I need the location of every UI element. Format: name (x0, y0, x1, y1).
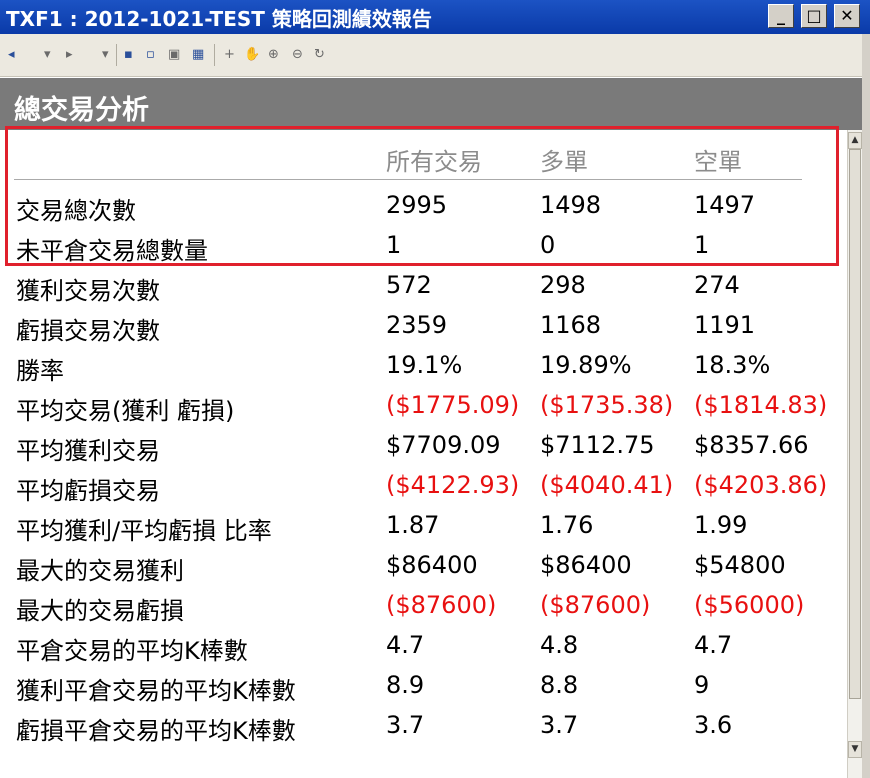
table-row: 最大的交易獲利 $86400 $86400 $54800 (0, 546, 847, 586)
window-title: TXF1 : 2012-1021-TEST 策略回測績效報告 (6, 7, 432, 31)
table-row: 平均獲利交易 $7709.09 $7112.75 $8357.66 (0, 426, 847, 466)
value-long: 1168 (540, 311, 602, 339)
value-all: ($1775.09) (386, 391, 520, 419)
value-all: ($87600) (386, 591, 497, 619)
scroll-down-icon[interactable]: ▼ (848, 741, 862, 758)
close-button[interactable]: ✕ (834, 4, 860, 28)
row-label: 平均交易(獲利 虧損) (16, 397, 235, 425)
value-short: 4.7 (694, 631, 733, 659)
scroll-up-icon[interactable]: ▲ (848, 132, 862, 149)
crosshair-icon[interactable]: + (224, 47, 235, 63)
value-all: $86400 (386, 551, 478, 579)
value-long: ($1735.38) (540, 391, 674, 419)
value-all: 8.9 (386, 671, 425, 699)
minimize-button[interactable]: _ (768, 4, 794, 28)
table-row: 勝率 19.1% 19.89% 18.3% (0, 346, 847, 386)
table-row: 平均獲利/平均虧損 比率 1.87 1.76 1.99 (0, 506, 847, 546)
value-long: 298 (540, 271, 586, 299)
print-preview-icon[interactable]: ▫ (146, 47, 155, 63)
value-long: 4.8 (540, 631, 579, 659)
value-short: $54800 (694, 551, 786, 579)
value-all: 2359 (386, 311, 448, 339)
toolbar: ◂ ▾ ▸ ▾ ▪ ▫ ▣ ▦ + ✋ ⊕ ⊖ ↻ (0, 34, 870, 77)
value-all: 19.1% (386, 351, 463, 379)
table-row: 最大的交易虧損 ($87600) ($87600) ($56000) (0, 586, 847, 626)
vertical-scrollbar[interactable]: ▲ ▼ (847, 130, 862, 778)
table-row: 平均交易(獲利 虧損) ($1775.09) ($1735.38) ($1814.83… (0, 386, 847, 426)
row-label: 虧損交易次數 (16, 317, 160, 345)
value-all: ($4122.93) (386, 471, 520, 499)
table-row: 獲利交易次數 572 298 274 (0, 266, 847, 306)
table-row: 獲利平倉交易的平均K棒數 8.9 8.8 9 (0, 666, 847, 706)
row-label: 勝率 (16, 357, 64, 385)
value-short: $8357.66 (694, 431, 809, 459)
value-long: ($4040.41) (540, 471, 674, 499)
value-short: 3.6 (694, 711, 733, 739)
value-short: 1.99 (694, 511, 748, 539)
value-long: $86400 (540, 551, 632, 579)
highlight-box (5, 126, 839, 266)
table-row: 虧損平倉交易的平均K棒數 3.7 3.7 3.6 (0, 706, 847, 746)
value-short: ($1814.83) (694, 391, 828, 419)
window-border (862, 34, 870, 778)
row-label: 獲利平倉交易的平均K棒數 (16, 677, 296, 705)
value-all: 4.7 (386, 631, 425, 659)
save-icon[interactable]: ▪ (124, 47, 133, 63)
toolbar-separator (116, 44, 117, 66)
row-label: 獲利交易次數 (16, 277, 160, 305)
scroll-thumb[interactable] (849, 149, 861, 699)
row-label: 平均獲利/平均虧損 比率 (16, 517, 272, 545)
value-long: ($87600) (540, 591, 651, 619)
row-label: 最大的交易獲利 (16, 557, 184, 585)
print-icon[interactable]: ▣ (168, 47, 180, 63)
value-all: 1.87 (386, 511, 440, 539)
table-row: 虧損交易次數 2359 1168 1191 (0, 306, 847, 346)
row-label: 虧損平倉交易的平均K棒數 (16, 717, 296, 745)
hand-icon[interactable]: ✋ (244, 47, 260, 63)
title-bar: TXF1 : 2012-1021-TEST 策略回測績效報告 _ □ ✕ (0, 0, 870, 34)
forward-dropdown-icon[interactable]: ▾ (102, 47, 109, 63)
maximize-button[interactable]: □ (801, 4, 827, 28)
value-all: $7709.09 (386, 431, 501, 459)
back-arrow-icon[interactable]: ◂ (8, 47, 15, 63)
section-header: 總交易分析 (0, 78, 862, 130)
value-all: 572 (386, 271, 432, 299)
table-row: 平倉交易的平均K棒數 4.7 4.8 4.7 (0, 626, 847, 666)
row-label: 最大的交易虧損 (16, 597, 184, 625)
value-all: 3.7 (386, 711, 425, 739)
refresh-icon[interactable]: ↻ (314, 47, 325, 63)
row-label: 平均獲利交易 (16, 437, 160, 465)
value-long: 8.8 (540, 671, 579, 699)
value-long: 3.7 (540, 711, 579, 739)
value-short: 274 (694, 271, 740, 299)
value-long: $7112.75 (540, 431, 655, 459)
row-label: 平均虧損交易 (16, 477, 160, 505)
toolbar-separator (214, 44, 215, 66)
value-short: ($4203.86) (694, 471, 828, 499)
value-short: ($56000) (694, 591, 805, 619)
value-short: 1191 (694, 311, 756, 339)
zoom-out-icon[interactable]: ⊖ (292, 47, 303, 63)
back-dropdown-icon[interactable]: ▾ (44, 47, 51, 63)
row-label: 平倉交易的平均K棒數 (16, 637, 248, 665)
zoom-in-icon[interactable]: ⊕ (268, 47, 279, 63)
value-long: 19.89% (540, 351, 632, 379)
value-short: 9 (694, 671, 710, 699)
layout-icon[interactable]: ▦ (192, 47, 204, 63)
value-short: 18.3% (694, 351, 771, 379)
table-row: 平均虧損交易 ($4122.93) ($4040.41) ($4203.86) (0, 466, 847, 506)
section-title: 總交易分析 (14, 95, 149, 126)
forward-arrow-icon[interactable]: ▸ (66, 47, 73, 63)
value-long: 1.76 (540, 511, 594, 539)
